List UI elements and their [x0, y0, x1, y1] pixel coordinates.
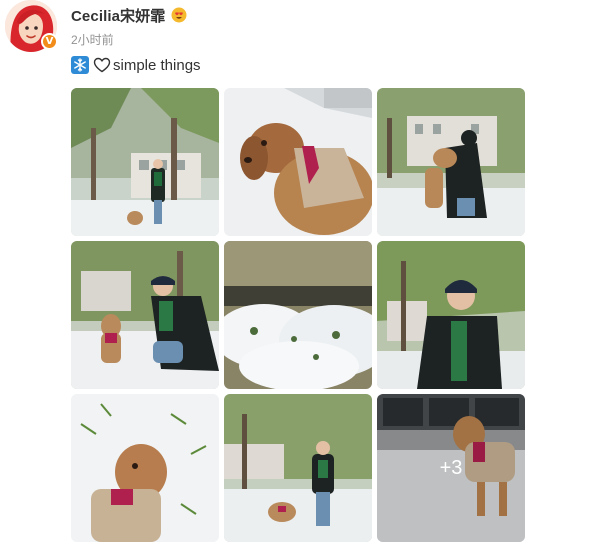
- photo-tile-8[interactable]: [224, 394, 372, 542]
- more-photos-count: +3: [439, 456, 463, 479]
- photo-looking-up: [377, 241, 525, 389]
- photo-tile-1[interactable]: [71, 88, 219, 236]
- photo-tile-3[interactable]: [377, 88, 525, 236]
- snowflake-icon: [71, 56, 89, 74]
- post-timestamp[interactable]: 2小时前: [71, 31, 114, 48]
- photo-snowy-bushes: [224, 241, 372, 389]
- photo-walking-dog: [224, 394, 372, 542]
- photo-hugging-dog: [377, 88, 525, 236]
- author-row: Cecilia宋妍霏: [71, 5, 187, 25]
- photo-tile-4[interactable]: [71, 241, 219, 389]
- photo-tile-5[interactable]: [224, 241, 372, 389]
- image-grid: +3: [71, 88, 525, 542]
- photo-tile-7[interactable]: [71, 394, 219, 542]
- photo-tile-9-more[interactable]: +3: [377, 394, 525, 542]
- post-caption: simple things: [113, 56, 201, 74]
- weibo-post: V Cecilia宋妍霏 2小时前 simple things +3: [0, 0, 600, 545]
- photo-crouching-dog: [71, 241, 219, 389]
- heart-eyes-emoji-icon: [171, 7, 187, 23]
- verified-badge-icon: V: [41, 33, 58, 50]
- photo-dog-closeup: [224, 88, 372, 236]
- post-text: simple things: [71, 55, 201, 75]
- photo-tile-2[interactable]: [224, 88, 372, 236]
- photo-dog-snow: [71, 394, 219, 542]
- author-name[interactable]: Cecilia宋妍霏: [71, 5, 165, 26]
- more-photos-overlay[interactable]: +3: [377, 394, 525, 542]
- photo-woman-dog-park: [71, 88, 219, 236]
- heart-outline-icon: [93, 57, 111, 73]
- photo-tile-6[interactable]: [377, 241, 525, 389]
